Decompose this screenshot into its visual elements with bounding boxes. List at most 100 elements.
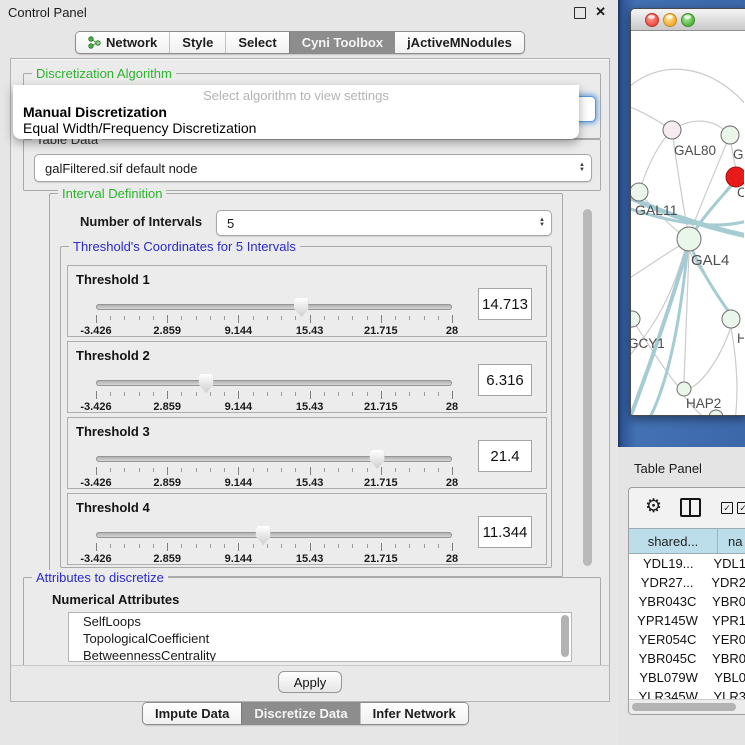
tab-style[interactable]: Style bbox=[169, 32, 225, 53]
table-cell: YDR2 bbox=[705, 573, 745, 592]
slider-track[interactable] bbox=[96, 532, 452, 538]
group-title: Threshold's Coordinates for 5 Intervals bbox=[69, 239, 300, 254]
dropdown-option-manual-discretization[interactable]: Manual Discretization bbox=[15, 104, 577, 120]
dropdown-option-equal-width-frequency[interactable]: Equal Width/Frequency Discretization bbox=[15, 120, 577, 136]
column-header-shared-name[interactable]: shared... bbox=[629, 529, 718, 553]
checkbox-checked-icon[interactable]: ✓ bbox=[737, 502, 745, 514]
panel-scrollbar[interactable] bbox=[583, 209, 592, 566]
network-node-ga[interactable] bbox=[721, 126, 739, 144]
threshold-value-field[interactable]: 14.713 bbox=[478, 288, 532, 320]
network-node-gal11[interactable] bbox=[631, 183, 648, 201]
tab-jactivemnodules[interactable]: jActiveMNodules bbox=[395, 32, 524, 53]
group-title: Interval Definition bbox=[58, 186, 166, 201]
num-intervals-combobox[interactable]: 5 ▲▼ bbox=[216, 210, 552, 236]
tick-label: 15.43 bbox=[296, 477, 324, 489]
list-scrollbar[interactable] bbox=[561, 615, 569, 657]
network-canvas[interactable]: GAL80GACGAL11GAL4GCY1HHAP2 bbox=[631, 31, 744, 415]
network-node-gal80[interactable] bbox=[663, 121, 681, 139]
threshold-label: Threshold 4 bbox=[76, 500, 150, 515]
column-header-name[interactable]: na bbox=[718, 529, 745, 553]
threshold-value-field[interactable]: 21.4 bbox=[478, 440, 532, 472]
tick-label: 2.859 bbox=[153, 553, 181, 565]
threshold-value-field[interactable]: 6.316 bbox=[478, 364, 532, 396]
tab-select[interactable]: Select bbox=[225, 32, 288, 53]
tick-mark bbox=[96, 315, 97, 323]
threshold-slider[interactable]: -3.4262.8599.14415.4321.71528 bbox=[96, 532, 452, 562]
tick-mark bbox=[238, 543, 239, 551]
threshold-value-field[interactable]: 11.344 bbox=[478, 516, 532, 548]
tick-mark bbox=[338, 468, 339, 472]
network-node-label: HAP2 bbox=[686, 396, 721, 411]
tick-label: 28 bbox=[446, 553, 458, 565]
network-view-window: GAL80GACGAL11GAL4GCY1HHAP2 bbox=[630, 8, 745, 416]
tick-mark bbox=[424, 544, 425, 548]
close-icon[interactable]: ✕ bbox=[595, 4, 606, 20]
table-row[interactable]: YDR27...YDR2 bbox=[629, 573, 745, 592]
tick-mark bbox=[367, 392, 368, 396]
network-edge[interactable] bbox=[691, 327, 731, 388]
threshold-label: Threshold 3 bbox=[76, 424, 150, 439]
combobox-value: galFiltered.sif default node bbox=[35, 161, 573, 176]
tick-mark bbox=[324, 544, 325, 548]
network-node-label: C bbox=[737, 185, 744, 200]
zoom-traffic-light-icon[interactable] bbox=[681, 13, 695, 27]
apply-button[interactable]: Apply bbox=[278, 671, 342, 693]
threshold-slider[interactable]: -3.4262.8599.14415.4321.71528 bbox=[96, 304, 452, 334]
gear-icon[interactable]: ⚙ bbox=[645, 496, 662, 518]
tick-mark bbox=[253, 468, 254, 472]
table-header-row: shared... na bbox=[629, 528, 745, 554]
slider-ticks bbox=[96, 543, 452, 552]
network-node-hap2[interactable] bbox=[677, 382, 691, 396]
attribute-item[interactable]: BetweennessCentrality bbox=[69, 647, 571, 662]
horizontal-scrollbar bbox=[629, 699, 745, 714]
split-view-icon[interactable] bbox=[680, 498, 701, 517]
network-node-gcy1[interactable] bbox=[631, 311, 640, 327]
table-row[interactable]: YDL19...YDL1 bbox=[629, 554, 745, 573]
slider-track[interactable] bbox=[96, 380, 452, 386]
horizontal-scrollbar-thumb[interactable] bbox=[632, 703, 736, 711]
attribute-item[interactable]: SelfLoops bbox=[69, 613, 571, 630]
network-edge[interactable] bbox=[631, 69, 744, 106]
attribute-item[interactable]: TopologicalCoefficient bbox=[69, 630, 571, 647]
tab-infer-network[interactable]: Infer Network bbox=[360, 703, 468, 724]
numerical-attributes-list[interactable]: SelfLoopsTopologicalCoefficientBetweenne… bbox=[68, 612, 572, 662]
tab-impute-data[interactable]: Impute Data bbox=[143, 703, 241, 724]
network-node-c[interactable] bbox=[726, 167, 744, 187]
tab-discretize-data[interactable]: Discretize Data bbox=[241, 703, 359, 724]
tick-mark bbox=[267, 316, 268, 320]
tick-mark bbox=[352, 316, 353, 320]
table-panel: Table Panel ⚙ ✓ ✓ shared... na YDL19...Y… bbox=[618, 447, 745, 745]
float-window-icon[interactable] bbox=[574, 7, 586, 19]
network-window-titlebar[interactable] bbox=[631, 9, 745, 31]
tab-cyni-toolbox[interactable]: Cyni Toolbox bbox=[289, 32, 395, 53]
table-row[interactable]: YER054CYER0 bbox=[629, 630, 745, 649]
table-row[interactable]: YBL079WYBL0 bbox=[629, 668, 745, 687]
tick-mark bbox=[295, 468, 296, 472]
network-node-gal4[interactable] bbox=[677, 227, 701, 251]
minimize-traffic-light-icon[interactable] bbox=[663, 13, 677, 27]
tick-mark bbox=[96, 467, 97, 475]
threshold-4-box: Threshold 4 -3.4262.8599.14415.4321.71528… bbox=[67, 493, 547, 565]
slider-track[interactable] bbox=[96, 304, 452, 310]
table-row[interactable]: YBR043CYBR0 bbox=[629, 592, 745, 611]
tick-mark bbox=[139, 544, 140, 548]
table-cell: YDL1 bbox=[707, 554, 745, 573]
tick-mark bbox=[196, 468, 197, 472]
slider-track[interactable] bbox=[96, 456, 452, 462]
close-traffic-light-icon[interactable] bbox=[645, 13, 659, 27]
combobox-arrows-icon: ▲▼ bbox=[533, 218, 551, 228]
table-data-combobox[interactable]: galFiltered.sif default node ▲▼ bbox=[34, 154, 592, 182]
control-panel: Control Panel ✕ Network Style Select bbox=[0, 0, 618, 745]
threshold-slider[interactable]: -3.4262.8599.14415.4321.71528 bbox=[96, 456, 452, 486]
threshold-slider[interactable]: -3.4262.8599.14415.4321.71528 bbox=[96, 380, 452, 410]
network-node-h[interactable] bbox=[722, 310, 740, 328]
threshold-2-box: Threshold 2-3.4262.8599.14415.4321.71528… bbox=[67, 341, 547, 413]
tick-mark bbox=[139, 468, 140, 472]
table-row[interactable]: YPR145WYPR1 bbox=[629, 611, 745, 630]
network-edge[interactable] bbox=[639, 130, 672, 192]
tick-mark bbox=[424, 468, 425, 472]
tick-mark bbox=[338, 544, 339, 548]
table-row[interactable]: YBR045CYBR0 bbox=[629, 649, 745, 668]
tab-network[interactable]: Network bbox=[76, 32, 169, 53]
checkbox-checked-icon[interactable]: ✓ bbox=[721, 502, 733, 514]
